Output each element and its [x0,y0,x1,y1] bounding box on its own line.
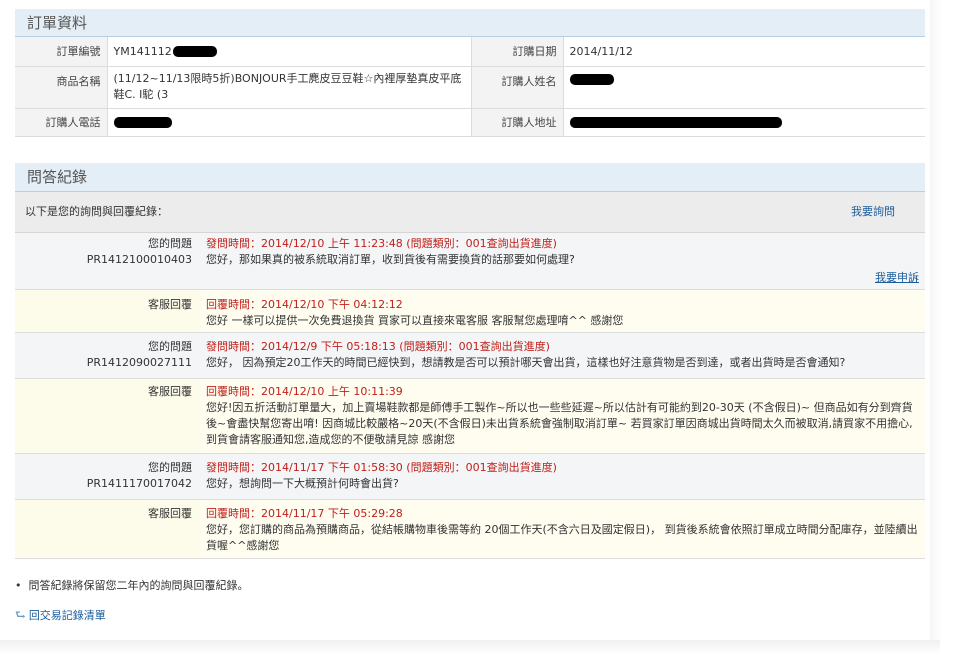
order-row: 訂單編號 YM141112 訂購日期 2014/11/12 [15,37,925,67]
buyer-phone-value [107,108,472,137]
product-name-value: (11/12~11/13限時5折)BONJOUR手工麂皮豆豆鞋☆內裡厚墊真皮平底… [107,66,472,109]
qa-label: 您的問題 PR1411170017042 [15,454,200,499]
question-time: 發問時間：2014/12/9 下午 05:18:13 (問題類別：001查詢出貨… [206,339,550,353]
qa-intro-text: 以下是您的詢問與回覆紀錄： [25,204,168,218]
product-name-label: 商品名稱 [15,66,108,109]
question-text: 您好，想詢問一下大概預計何時會出貨? [206,476,399,490]
question-id: PR1411170017042 [86,476,192,490]
qa-body: 發問時間：2014/12/10 上午 11:23:48 (問題類別：001查詢出… [200,233,925,289]
order-info-table: 訂單編號 YM141112 訂購日期 2014/11/12 商品名稱 (11/1… [15,37,925,137]
qa-body: 發問時間：2014/12/9 下午 05:18:13 (問題類別：001查詢出貨… [200,333,925,378]
bullet-icon: • [15,579,22,592]
order-section-title: 訂單資料 [15,9,925,37]
qa-body: 回覆時間：2014/12/10 下午 04:12:12 您好 一樣可以提供一次免… [200,289,925,332]
qa-label: 您的問題 PR1412100010403 [15,233,200,289]
qa-intro-bar: 以下是您的詢問與回覆紀錄： 我要詢問 [15,191,925,233]
right-shadow [930,0,942,640]
answer-time: 回覆時間：2014/12/10 上午 10:11:39 [206,384,403,398]
question-id: PR1412090027111 [86,355,192,369]
bottom-shadow [0,640,940,655]
question-text: 您好， 因為預定20工作天的時間已經快到，想請教是否可以預計哪天會出貨，這樣也好… [206,355,846,369]
qa-label: 客服回覆 [148,297,192,311]
buyer-address-label: 訂購人地址 [471,108,564,137]
qa-body: 回覆時間：2014/11/17 下午 05:29:28 您好，您訂購的商品為預購… [200,499,925,558]
answer-text: 您好，您訂購的商品為預購商品，從結帳購物車後需等約 20個工作天(不含六日及國定… [206,522,918,552]
buyer-address-value [563,108,925,137]
redacted-mark [569,74,614,85]
qa-label: 客服回覆 [148,506,192,520]
order-row: 商品名稱 (11/12~11/13限時5折)BONJOUR手工麂皮豆豆鞋☆內裡厚… [15,66,925,109]
order-row: 訂購人電話 訂購人地址 [15,108,925,137]
qa-body: 發問時間：2014/11/17 下午 01:58:30 (問題類別：001查詢出… [200,454,925,499]
qa-answer: 客服回覆 回覆時間：2014/11/17 下午 05:29:28 您好，您訂購的… [15,499,925,559]
answer-text: 您好 一樣可以提供一次免費退換貨 買家可以直接來電客服 客服幫您處理唷^^ 感謝… [206,313,624,327]
qa-question: 您的問題 PR1412100010403 發問時間：2014/12/10 上午 … [15,232,925,290]
retention-note: • 問答紀錄將保留您二年內的詢問與回覆紀錄。 [15,579,249,592]
answer-time: 回覆時間：2014/12/10 下午 04:12:12 [206,297,403,311]
order-number-label: 訂單編號 [15,37,108,67]
answer-time: 回覆時間：2014/11/17 下午 05:29:28 [206,506,403,520]
qa-label: 您的問題 PR1412090027111 [15,333,200,378]
back-to-transactions-link[interactable]: ⮑ 回交易記錄清單 [15,606,106,627]
buyer-phone-label: 訂購人電話 [15,108,108,137]
order-page: 訂單資料 訂單編號 YM141112 訂購日期 2014/11/12 商品名稱 … [15,0,925,559]
answer-text: 您好!因五折活動訂單量大，加上賣場鞋款都是師傅手工製作~所以也一些些延遲~所以估… [206,400,913,446]
return-arrow-icon: ⮑ [15,608,26,622]
ask-question-link[interactable]: 我要詢問 [851,192,895,232]
redacted-mark [172,46,217,58]
order-date-label: 訂購日期 [471,37,564,67]
order-date-value: 2014/11/12 [563,37,925,67]
qa-label: 客服回覆 [148,384,192,398]
question-time: 發問時間：2014/11/17 下午 01:58:30 (問題類別：001查詢出… [206,460,557,474]
order-number-value: YM141112 [107,37,472,67]
question-text: 您好，那如果真的被系統取消訂單，收到貨後有需要換貨的話那要如何處理? [206,252,575,266]
qa-answer: 客服回覆 回覆時間：2014/12/10 下午 04:12:12 您好 一樣可以… [15,289,925,333]
qa-body: 回覆時間：2014/12/10 上午 10:11:39 您好!因五折活動訂單量大… [200,378,925,453]
qa-question: 您的問題 PR1412090027111 發問時間：2014/12/9 下午 0… [15,332,925,379]
qa-question: 您的問題 PR1411170017042 發問時間：2014/11/17 下午 … [15,453,925,500]
buyer-name-value [563,66,925,109]
qa-section-title: 問答紀錄 [15,162,925,192]
redacted-mark [569,117,782,128]
question-id: PR1412100010403 [86,252,192,266]
redacted-mark [113,117,172,128]
question-time: 發問時間：2014/12/10 上午 11:23:48 (問題類別：001查詢出… [206,236,557,250]
appeal-link[interactable]: 我要申訴 [875,270,919,286]
buyer-name-label: 訂購人姓名 [471,66,564,109]
qa-answer: 客服回覆 回覆時間：2014/12/10 上午 10:11:39 您好!因五折活… [15,378,925,454]
